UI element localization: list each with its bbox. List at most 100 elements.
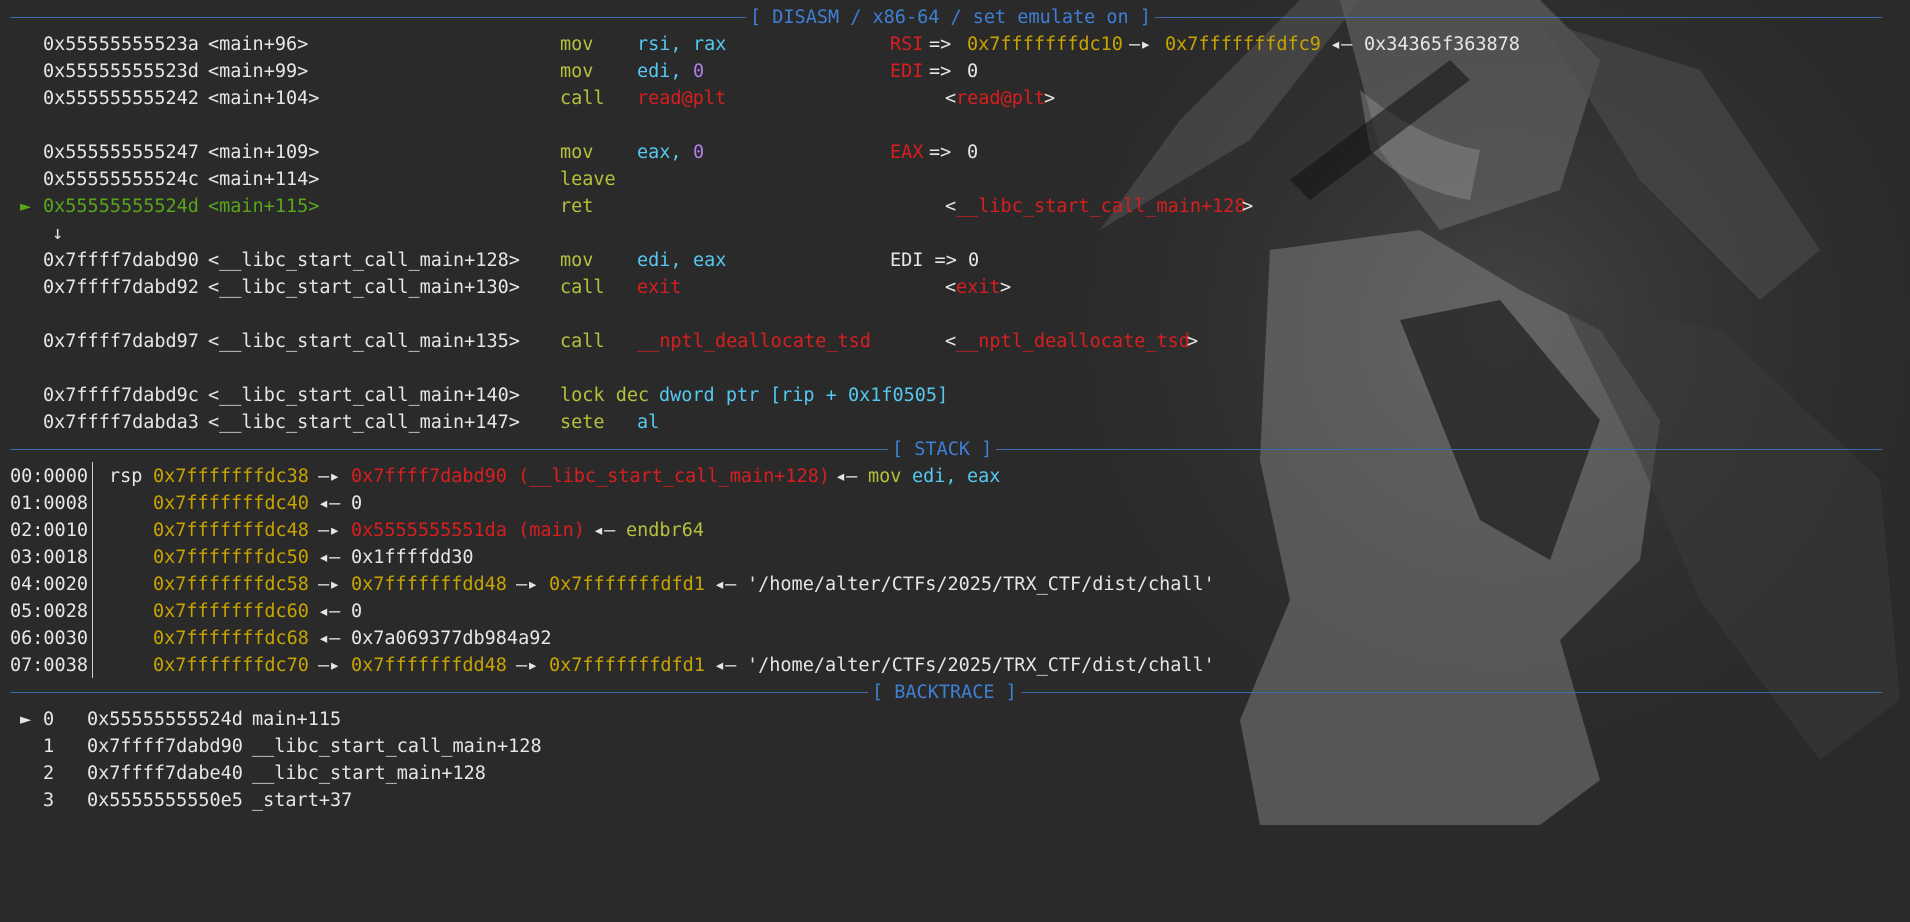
disasm-mnemonic: mov (560, 142, 594, 163)
disasm-line[interactable]: 0x55555555523d <main+99> mov edi, 0 EDI … (0, 58, 1910, 85)
disasm-separator: [ DISASM / x86-64 / set emulate on ] (10, 4, 1882, 31)
disasm-mnemonic: call (560, 277, 605, 298)
target-symbol: read@plt (956, 88, 1046, 109)
disasm-line-current[interactable]: ► 0x55555555524d <main+115> ret < __libc… (0, 193, 1910, 220)
stack-instruction: mov (868, 466, 902, 487)
disasm-line[interactable]: 0x555555555242 <main+104> call read@plt … (0, 85, 1910, 112)
backtrace-frame[interactable]: 2 0x7ffff7dabe40 __libc_start_main+128 (0, 760, 1910, 787)
disasm-line[interactable]: 0x7ffff7dabda3 <__libc_start_call_main+1… (0, 409, 1910, 436)
disasm-operand: eax (693, 250, 727, 271)
stack-address: 0x7fffffffdc58 (153, 574, 309, 595)
disasm-symbol: <__libc_start_call_main+128> (208, 250, 520, 271)
target-bracket: > (1000, 277, 1012, 298)
stack-address: 0x7fffffffdc38 (153, 466, 309, 487)
disasm-symbol: <main+96> (208, 34, 309, 55)
call-target: __nptl_deallocate_tsd (637, 331, 871, 352)
frame-address: 0x5555555550e5 (87, 790, 243, 811)
frame-address: 0x55555555524d (87, 709, 243, 730)
disasm-address: 0x555555555242 (43, 88, 199, 109)
disasm-symbol: <main+115> (208, 196, 320, 217)
disasm-mnemonic: mov (560, 61, 594, 82)
disasm-line[interactable]: 0x7ffff7dabd9c <__libc_start_call_main+1… (0, 382, 1910, 409)
stack-value: 0x7fffffffdfd1 (549, 655, 705, 676)
pointer-arrow: ◂— (318, 628, 341, 649)
frame-symbol: _start+37 (252, 790, 353, 811)
target-bracket: < (945, 88, 957, 109)
target-bracket: > (1187, 331, 1199, 352)
jump-arrow-icon: ↓ (52, 223, 64, 244)
disasm-address: 0x7ffff7dabd92 (43, 277, 199, 298)
disasm-line[interactable]: 0x55555555523a <main+96> mov rsi, rax RS… (0, 31, 1910, 58)
frame-address: 0x7ffff7dabe40 (87, 763, 243, 784)
stack-value: 0x5555555551da (main) (351, 520, 585, 541)
backtrace-frame[interactable]: 1 0x7ffff7dabd90 __libc_start_call_main+… (0, 733, 1910, 760)
disasm-address: 0x7ffff7dabda3 (43, 412, 199, 433)
target-symbol: __libc_start_call_main+128 (956, 196, 1246, 217)
disasm-address: 0x7ffff7dabd97 (43, 331, 199, 352)
stack-row[interactable]: 00:0000 rsp 0x7fffffffdc38 —▸ 0x7ffff7da… (0, 463, 1910, 490)
pointer-arrow: ◂— (714, 574, 737, 595)
target-symbol: __nptl_deallocate_tsd (956, 331, 1190, 352)
stack-instruction: eax (967, 466, 1001, 487)
target-symbol: exit (956, 277, 1001, 298)
disasm-immediate: 0 (693, 61, 705, 82)
frame-index: 3 (43, 790, 55, 811)
stack-offset: 00:0000 (10, 466, 88, 487)
disasm-symbol: <main+109> (208, 142, 320, 163)
stack-address: 0x7fffffffdc48 (153, 520, 309, 541)
annotation-text: EDI => 0 (890, 250, 980, 271)
disasm-mnemonic: call (560, 88, 605, 109)
stack-row[interactable]: 07:0038 0x7fffffffdc70 —▸ 0x7fffffffdd48… (0, 652, 1910, 679)
target-bracket: > (1044, 88, 1056, 109)
backtrace-frame-current[interactable]: ► 0 0x55555555524d main+115 (0, 706, 1910, 733)
stack-row[interactable]: 05:0028 0x7fffffffdc60 ◂— 0 (0, 598, 1910, 625)
annotation-register: EAX (890, 142, 924, 163)
annotation-register: EDI (890, 61, 924, 82)
disasm-operand: edi, (637, 61, 682, 82)
disasm-mnemonic: sete (560, 412, 605, 433)
stack-address: 0x7fffffffdc40 (153, 493, 309, 514)
annotation-arrow: => (929, 142, 952, 163)
annotation-arrow: => (929, 61, 952, 82)
annotation-arrow: => (929, 34, 952, 55)
disasm-symbol: <main+114> (208, 169, 320, 190)
disasm-line[interactable]: 0x55555555524c <main+114> leave (0, 166, 1910, 193)
disasm-address: 0x7ffff7dabd9c (43, 385, 199, 406)
disasm-symbol: <__libc_start_call_main+140> (208, 385, 520, 406)
call-target: exit (637, 277, 682, 298)
stack-row[interactable]: 03:0018 0x7fffffffdc50 ◂— 0x1ffffdd30 (0, 544, 1910, 571)
annotation-value: 0 (967, 142, 979, 163)
disasm-mnemonic: leave (560, 169, 616, 190)
disasm-line[interactable]: 0x7ffff7dabd97 <__libc_start_call_main+1… (0, 328, 1910, 355)
pointer-arrow: ◂— (318, 601, 341, 622)
stack-address: 0x7fffffffdc70 (153, 655, 309, 676)
annotation-value: 0x7fffffffdfc9 (1165, 34, 1321, 55)
frame-index: 1 (43, 736, 55, 757)
stack-string: '/home/alter/CTFs/2025/TRX_CTF/dist/chal… (747, 655, 1215, 676)
disasm-line[interactable]: 0x7ffff7dabd90 <__libc_start_call_main+1… (0, 247, 1910, 274)
pointer-arrow: ◂— (318, 493, 341, 514)
stack-row[interactable]: 02:0010 0x7fffffffdc48 —▸ 0x5555555551da… (0, 517, 1910, 544)
stack-row[interactable]: 04:0020 0x7fffffffdc58 —▸ 0x7fffffffdd48… (0, 571, 1910, 598)
stack-row[interactable]: 06:0030 0x7fffffffdc68 ◂— 0x7a069377db98… (0, 625, 1910, 652)
frame-symbol: __libc_start_main+128 (252, 763, 486, 784)
frame-symbol: main+115 (252, 709, 342, 730)
stack-value: 0 (351, 601, 363, 622)
stack-value: 0x7fffffffdfd1 (549, 574, 705, 595)
stack-row[interactable]: 01:0008 0x7fffffffdc40 ◂— 0 (0, 490, 1910, 517)
stack-address: 0x7fffffffdc68 (153, 628, 309, 649)
disasm-mnemonic: mov (560, 34, 594, 55)
disasm-line[interactable]: 0x555555555247 <main+109> mov eax, 0 EAX… (0, 139, 1910, 166)
pointer-arrow: ◂— (714, 655, 737, 676)
backtrace-frame[interactable]: 3 0x5555555550e5 _start+37 (0, 787, 1910, 814)
target-bracket: > (1242, 196, 1254, 217)
disasm-header: [ DISASM / x86-64 / set emulate on ] (746, 4, 1155, 31)
stack-offset: 05:0028 (10, 601, 88, 622)
disasm-symbol: <__libc_start_call_main+147> (208, 412, 520, 433)
disasm-line[interactable]: 0x7ffff7dabd92 <__libc_start_call_main+1… (0, 274, 1910, 301)
gdb-pwndbg-terminal: [ DISASM / x86-64 / set emulate on ] 0x5… (0, 0, 1910, 825)
call-target: read@plt (637, 88, 727, 109)
stack-instruction: edi, (912, 466, 957, 487)
stack-instruction: endbr64 (626, 520, 704, 541)
stack-value: 0x7a069377db984a92 (351, 628, 552, 649)
